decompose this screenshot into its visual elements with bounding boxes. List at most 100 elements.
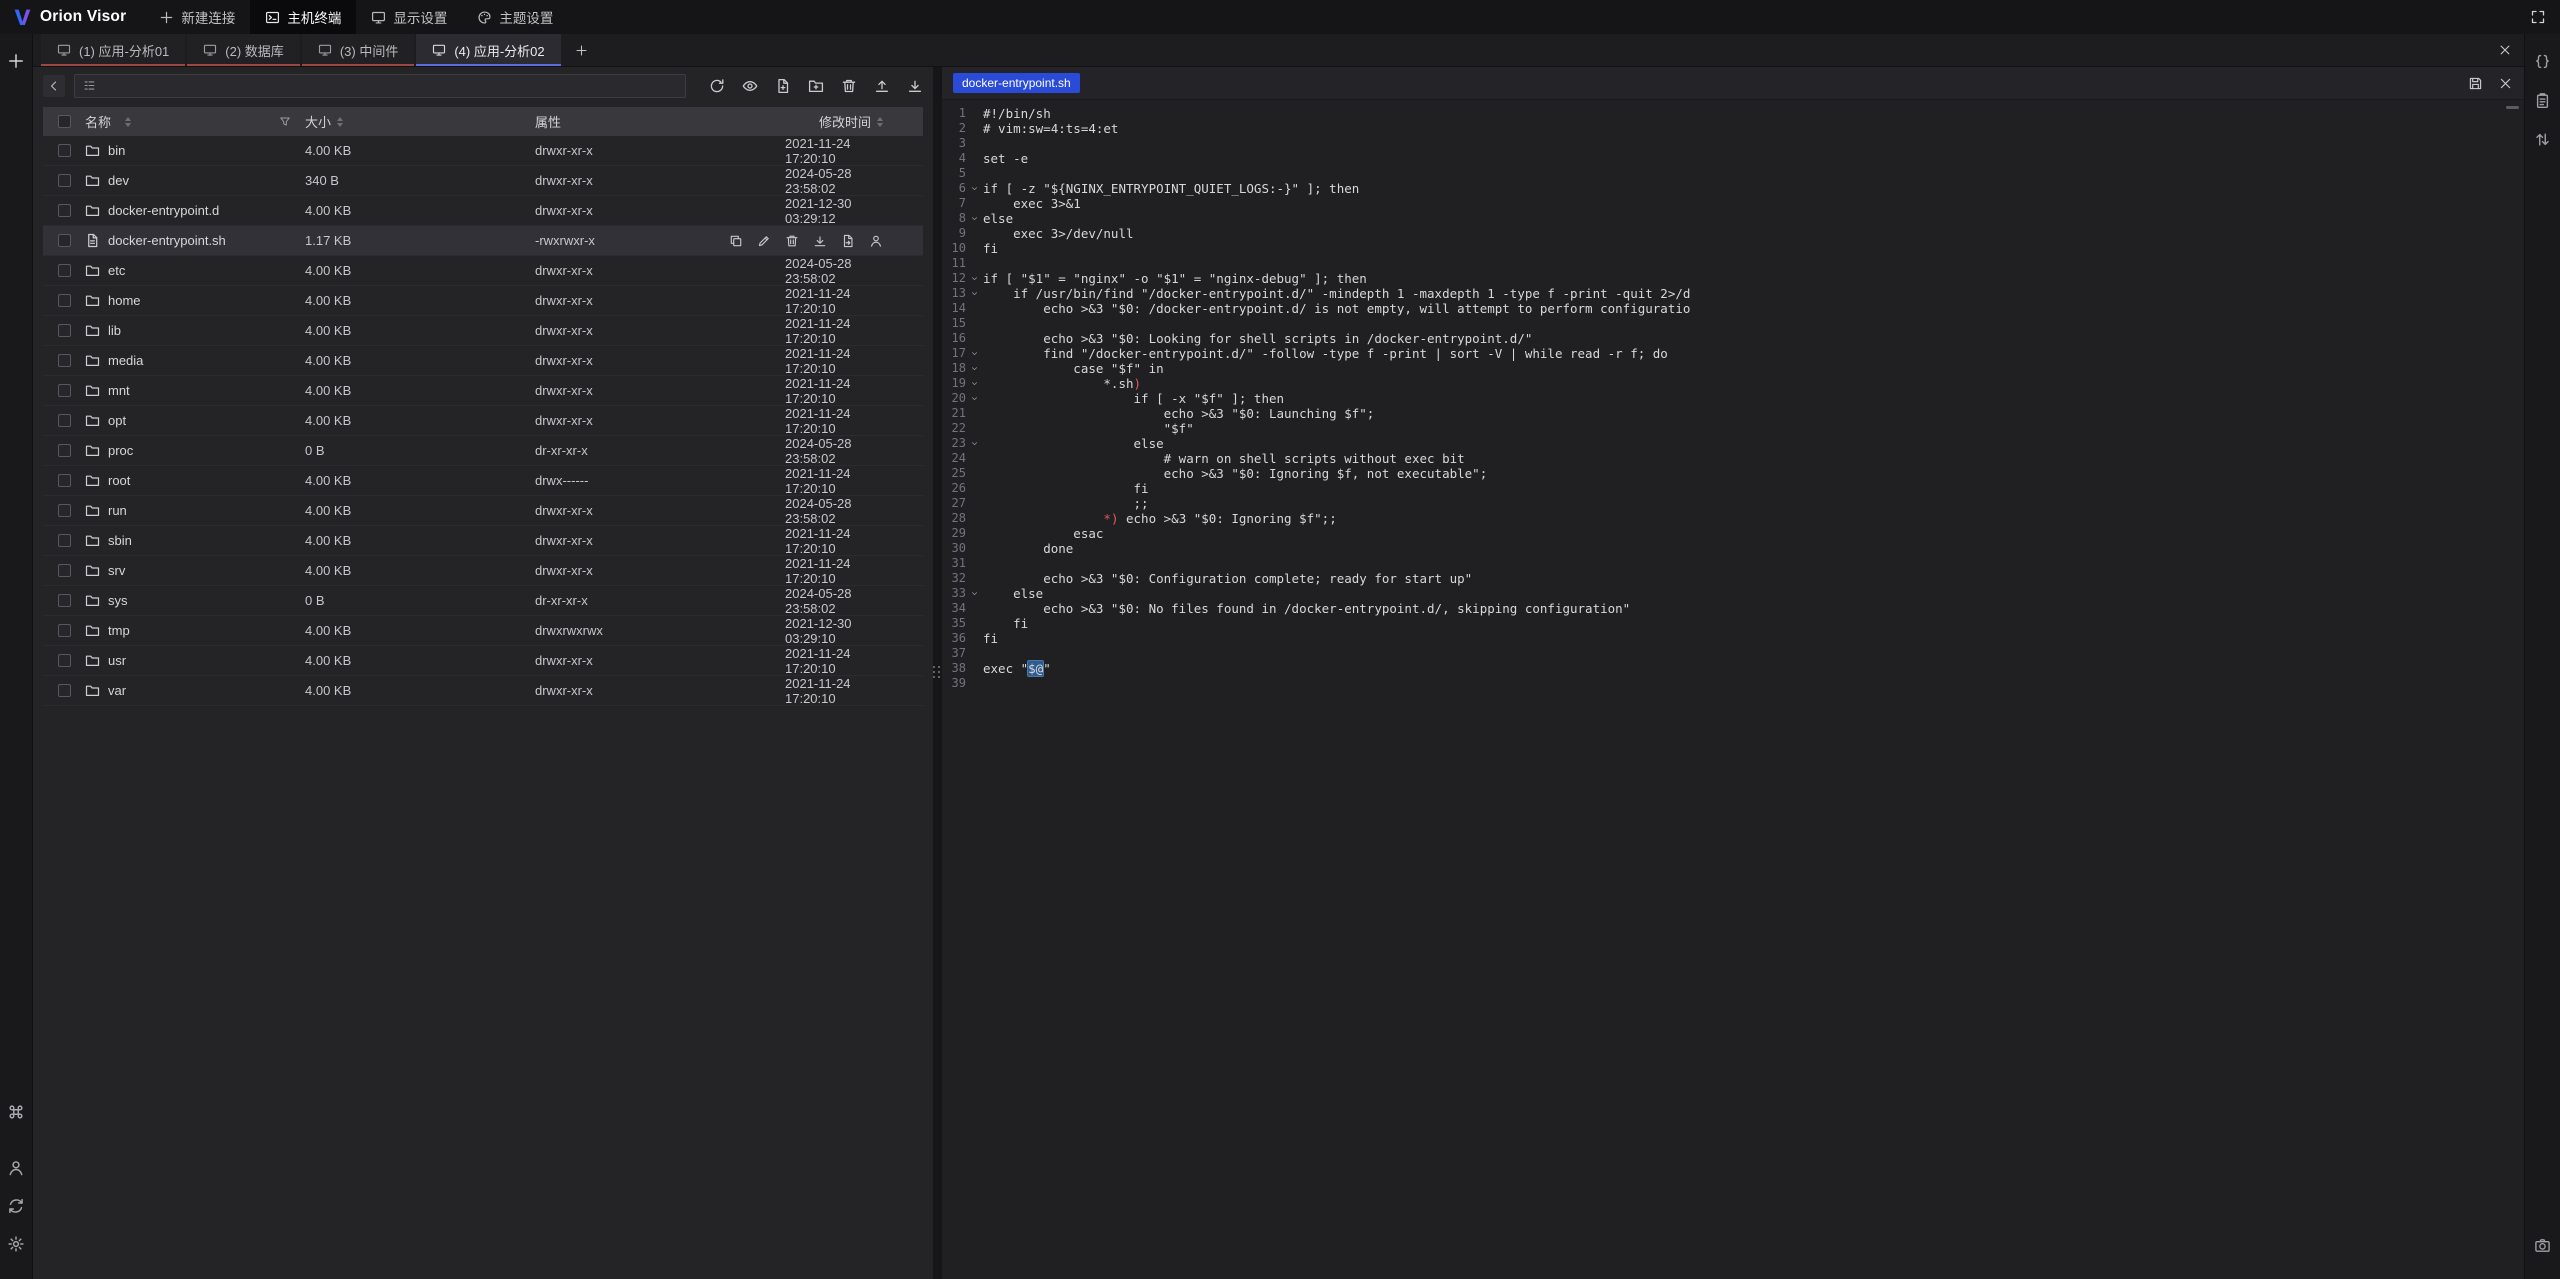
- new-file-icon[interactable]: [775, 78, 791, 94]
- row-checkbox[interactable]: [58, 504, 71, 517]
- row-checkbox[interactable]: [58, 204, 71, 217]
- table-row-lib[interactable]: lib4.00 KBdrwxr-xr-x2021-11-24 17:20:10: [43, 316, 923, 346]
- row-checkbox[interactable]: [58, 354, 71, 367]
- table-row-tmp[interactable]: tmp4.00 KBdrwxrwxrwx2021-12-30 03:29:10: [43, 616, 923, 646]
- sort-name-icon[interactable]: [125, 117, 131, 127]
- sort-size-icon[interactable]: [337, 117, 343, 127]
- panel-splitter[interactable]: [933, 67, 942, 1279]
- shortcut-keys-icon[interactable]: [7, 1103, 25, 1121]
- download-icon[interactable]: [813, 234, 827, 248]
- row-checkbox[interactable]: [58, 594, 71, 607]
- table-row-root[interactable]: root4.00 KBdrwx------2021-11-24 17:20:10: [43, 466, 923, 496]
- column-header-name[interactable]: 名称: [85, 112, 111, 131]
- row-checkbox[interactable]: [58, 174, 71, 187]
- download-icon[interactable]: [907, 78, 923, 94]
- back-button[interactable]: [43, 75, 65, 97]
- row-checkbox[interactable]: [58, 144, 71, 157]
- path-input[interactable]: [103, 79, 677, 93]
- table-row-usr[interactable]: usr4.00 KBdrwxr-xr-x2021-11-24 17:20:10: [43, 646, 923, 676]
- row-checkbox[interactable]: [58, 654, 71, 667]
- column-header-mtime[interactable]: 修改时间: [819, 112, 871, 131]
- code-editor[interactable]: 1#!/bin/sh2# vim:sw=4:ts=4:et34set -e56i…: [942, 100, 2524, 1279]
- fold-toggle-icon[interactable]: [966, 286, 983, 301]
- table-row-docker-entrypoint.sh[interactable]: docker-entrypoint.sh1.17 KB-rwxrwxr-x: [43, 226, 923, 256]
- table-row-sbin[interactable]: sbin4.00 KBdrwxr-xr-x2021-11-24 17:20:10: [43, 526, 923, 556]
- row-checkbox[interactable]: [58, 534, 71, 547]
- clipboard-icon[interactable]: [2534, 92, 2551, 109]
- permission-icon[interactable]: [869, 234, 883, 248]
- fold-toggle-icon[interactable]: [966, 271, 983, 286]
- nav-item-theme-settings[interactable]: 主题设置: [462, 0, 568, 34]
- table-row-sys[interactable]: sys0 Bdr-xr-xr-x2024-05-28 23:58:02: [43, 586, 923, 616]
- show-hidden-icon[interactable]: [742, 78, 758, 94]
- table-row-dev[interactable]: dev340 Bdrwxr-xr-x2024-05-28 23:58:02: [43, 166, 923, 196]
- fold-toggle-icon[interactable]: [966, 586, 983, 601]
- save-file-icon[interactable]: [2468, 76, 2483, 91]
- fold-toggle-icon[interactable]: [966, 181, 983, 196]
- filter-icon[interactable]: [279, 116, 291, 128]
- terminal-tab-1[interactable]: (1) 应用-分析01: [41, 34, 185, 66]
- nav-item-new-connection[interactable]: 新建连接: [144, 0, 250, 34]
- row-checkbox[interactable]: [58, 324, 71, 337]
- fold-toggle-icon[interactable]: [966, 211, 983, 226]
- add-tab-icon[interactable]: [575, 44, 588, 57]
- row-checkbox[interactable]: [58, 564, 71, 577]
- close-editor-icon[interactable]: [2498, 76, 2513, 91]
- fold-toggle-icon[interactable]: [966, 346, 983, 361]
- fold-toggle-icon[interactable]: [966, 361, 983, 376]
- move-icon[interactable]: [841, 234, 855, 248]
- table-row-mnt[interactable]: mnt4.00 KBdrwxr-xr-x2021-11-24 17:20:10: [43, 376, 923, 406]
- row-checkbox[interactable]: [58, 624, 71, 637]
- row-checkbox[interactable]: [58, 444, 71, 457]
- edit-icon[interactable]: [757, 234, 771, 248]
- nav-item-host-terminal[interactable]: 主机终端: [250, 0, 356, 34]
- user-info-icon[interactable]: [7, 1159, 25, 1177]
- row-checkbox[interactable]: [58, 414, 71, 427]
- close-panel-icon[interactable]: [2498, 43, 2512, 57]
- row-checkbox[interactable]: [58, 264, 71, 277]
- row-checkbox[interactable]: [58, 234, 71, 247]
- upload-icon[interactable]: [874, 78, 890, 94]
- select-all-checkbox[interactable]: [58, 115, 71, 128]
- fullscreen-icon[interactable]: [2530, 9, 2546, 25]
- column-header-size[interactable]: 大小: [305, 112, 331, 131]
- fold-toggle-icon[interactable]: [966, 376, 983, 391]
- refresh-icon[interactable]: [709, 78, 725, 94]
- sync-icon[interactable]: [7, 1197, 25, 1215]
- table-row-etc[interactable]: etc4.00 KBdrwxr-xr-x2024-05-28 23:58:02: [43, 256, 923, 286]
- new-connection-icon[interactable]: [7, 52, 25, 70]
- row-checkbox[interactable]: [58, 294, 71, 307]
- table-row-media[interactable]: media4.00 KBdrwxr-xr-x2021-11-24 17:20:1…: [43, 346, 923, 376]
- directory-tree-icon[interactable]: [83, 79, 96, 92]
- table-row-bin[interactable]: bin4.00 KBdrwxr-xr-x2021-11-24 17:20:10: [43, 136, 923, 166]
- table-row-opt[interactable]: opt4.00 KBdrwxr-xr-x2021-11-24 17:20:10: [43, 406, 923, 436]
- nav-item-display-settings[interactable]: 显示设置: [356, 0, 462, 34]
- table-row-run[interactable]: run4.00 KBdrwxr-xr-x2024-05-28 23:58:02: [43, 496, 923, 526]
- terminal-tab-3[interactable]: (3) 中间件: [302, 34, 415, 66]
- screenshot-icon[interactable]: [2534, 1237, 2551, 1254]
- copy-icon[interactable]: [729, 234, 743, 248]
- terminal-tab-2[interactable]: (2) 数据库: [187, 34, 300, 66]
- editor-file-tab[interactable]: docker-entrypoint.sh: [953, 73, 1080, 93]
- file-mtime: 2024-05-28 23:58:02: [785, 436, 923, 466]
- row-checkbox[interactable]: [58, 384, 71, 397]
- transfer-list-icon[interactable]: [2534, 131, 2551, 148]
- editor-scrollbar-thumb[interactable]: [2506, 106, 2519, 109]
- sftp-icon[interactable]: [2534, 53, 2551, 70]
- row-checkbox[interactable]: [58, 474, 71, 487]
- delete-icon[interactable]: [785, 234, 799, 248]
- table-row-var[interactable]: var4.00 KBdrwxr-xr-x2021-11-24 17:20:10: [43, 676, 923, 706]
- app-logo[interactable]: Orion Visor: [0, 0, 144, 34]
- table-row-docker-entrypoint.d[interactable]: docker-entrypoint.d4.00 KBdrwxr-xr-x2021…: [43, 196, 923, 226]
- fold-toggle-icon[interactable]: [966, 436, 983, 451]
- fold-toggle-icon[interactable]: [966, 391, 983, 406]
- terminal-tab-4[interactable]: (4) 应用-分析02: [416, 34, 560, 66]
- row-checkbox[interactable]: [58, 684, 71, 697]
- settings-icon[interactable]: [7, 1235, 25, 1253]
- sort-mtime-icon[interactable]: [877, 117, 883, 127]
- table-row-proc[interactable]: proc0 Bdr-xr-xr-x2024-05-28 23:58:02: [43, 436, 923, 466]
- table-row-home[interactable]: home4.00 KBdrwxr-xr-x2021-11-24 17:20:10: [43, 286, 923, 316]
- delete-icon[interactable]: [841, 78, 857, 94]
- table-row-srv[interactable]: srv4.00 KBdrwxr-xr-x2021-11-24 17:20:10: [43, 556, 923, 586]
- new-folder-icon[interactable]: [808, 78, 824, 94]
